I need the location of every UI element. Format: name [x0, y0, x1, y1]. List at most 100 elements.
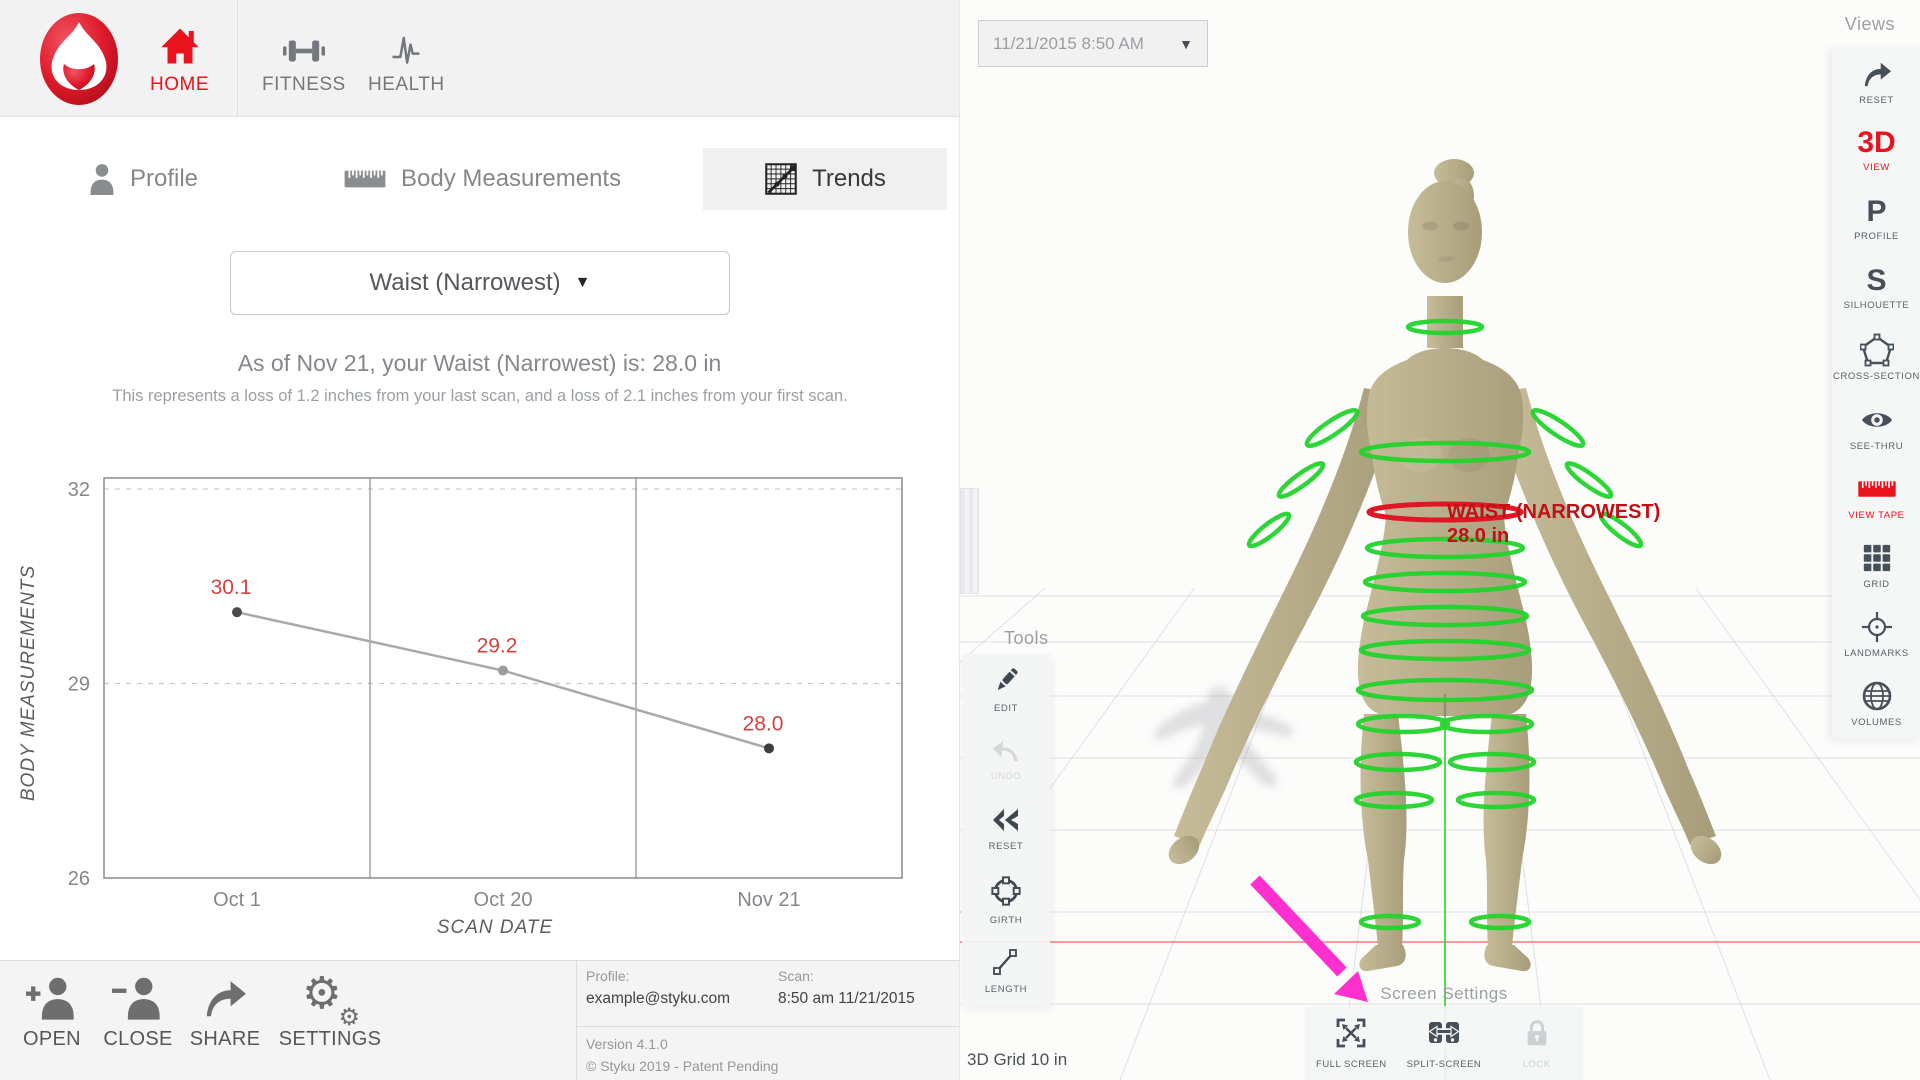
eye-icon: [1859, 402, 1895, 438]
svg-text:30.1: 30.1: [211, 576, 252, 599]
measurement-select-value: Waist (Narrowest): [369, 269, 561, 296]
views-item-grid[interactable]: GRID: [1832, 530, 1920, 599]
waist-annotation-value: 28.0 in: [1447, 525, 1509, 547]
views-item-volumes[interactable]: VOLUMES: [1832, 669, 1920, 738]
grid-wall-strip: [960, 488, 979, 594]
scan-value: 8:50 am 11/21/2015: [778, 990, 915, 1007]
summary-heading: As of Nov 21, your Waist (Narrowest) is:…: [237, 350, 722, 376]
close-button-label: CLOSE: [103, 1028, 173, 1050]
measurement-select-dropdown[interactable]: Waist (Narrowest) ▼: [230, 251, 730, 315]
3d-glyph-icon: 3D: [1857, 125, 1896, 159]
styku-app-window: HOME FITNESS HEALTH Profile Body Measure…: [0, 0, 1920, 1080]
share-button[interactable]: SHARE: [187, 970, 263, 1051]
settings-button-label: SETTINGS: [278, 1028, 382, 1050]
nav-item-home[interactable]: HOME: [150, 14, 209, 96]
tools-item-undo[interactable]: UNDO: [962, 724, 1050, 794]
open-button[interactable]: OPEN: [14, 970, 90, 1051]
views-item-profile[interactable]: P PROFILE: [1832, 184, 1920, 253]
crosshair-icon: [1860, 609, 1894, 645]
scan-label: Scan:: [778, 968, 814, 984]
views-item-landmarks[interactable]: LANDMARKS: [1832, 600, 1920, 669]
copyright-text: © Styku 2019 - Patent Pending: [586, 1058, 779, 1074]
nav-label-fitness: FITNESS: [262, 74, 346, 95]
lock-button[interactable]: LOCK: [1491, 1016, 1583, 1070]
nav-item-fitness[interactable]: FITNESS: [262, 14, 346, 96]
scan-date-value: 11/21/2015 8:50 AM: [993, 33, 1144, 53]
svg-text:Nov 21: Nov 21: [737, 889, 800, 911]
views-item-3d-view[interactable]: 3D VIEW: [1832, 115, 1920, 184]
svg-text:32: 32: [68, 479, 90, 501]
nav-divider: [237, 0, 238, 116]
trend-chart-plot: 32 29 26 30.1 29.2 28.0 Oct 1 Oct 20 Nov 21: [68, 477, 903, 911]
open-button-label: OPEN: [23, 1028, 81, 1050]
nav-item-health[interactable]: HEALTH: [368, 14, 445, 96]
summary-detail: This represents a loss of 1.2 inches fro…: [112, 387, 848, 405]
svg-text:Oct 20: Oct 20: [474, 889, 533, 911]
scan-date-dropdown[interactable]: 11/21/2015 8:50 AM ▼: [978, 20, 1208, 67]
tab-body-measurements[interactable]: Body Measurements: [343, 148, 621, 210]
nav-label-home: HOME: [150, 74, 209, 95]
views-item-see-thru[interactable]: SEE-THRU: [1832, 392, 1920, 461]
x-axis-title: SCAN DATE: [437, 917, 553, 938]
full-screen-button[interactable]: FULL SCREEN: [1305, 1016, 1397, 1070]
views-item-silhouette[interactable]: S SILHOUETTE: [1832, 254, 1920, 323]
svg-text:26: 26: [68, 868, 90, 890]
open-profile-icon: [26, 970, 78, 1026]
undo-arrow-icon: [991, 737, 1021, 768]
profile-value: example@styku.com: [586, 990, 731, 1007]
tools-item-girth[interactable]: GIRTH: [962, 865, 1050, 935]
toolbar-divider: [576, 961, 577, 1080]
viewer-panel[interactable]: WAIST (NARROWEST) 28.0 in 11/21/2015 8:5…: [959, 0, 1920, 1080]
tab-label-profile: Profile: [130, 165, 199, 192]
reset-view-icon: [1860, 56, 1894, 92]
views-panel: RESET 3D VIEW P PROFILE S SILHOUETTE CRO…: [1832, 46, 1920, 738]
person-icon: [88, 163, 116, 195]
views-item-view-tape[interactable]: VIEW TAPE: [1832, 461, 1920, 530]
settings-button[interactable]: ⚙ ⚙ SETTINGS: [278, 969, 382, 1051]
tab-label-trends: Trends: [812, 165, 886, 192]
svg-text:29: 29: [68, 674, 90, 696]
tab-profile[interactable]: Profile: [88, 148, 198, 210]
version-text: Version 4.1.0: [586, 1036, 668, 1052]
gear-icon: ⚙ ⚙: [302, 969, 360, 1031]
top-nav: HOME FITNESS HEALTH: [0, 0, 959, 117]
screen-settings-panel: FULL SCREEN SPLIT-SCREEN LOCK: [1305, 1006, 1583, 1080]
chevron-down-icon: ▼: [1179, 35, 1193, 52]
cross-section-pentagon-icon: [1859, 332, 1894, 368]
views-item-reset[interactable]: RESET: [1832, 46, 1920, 115]
lock-icon: [1521, 1016, 1553, 1055]
svg-text:29.2: 29.2: [477, 635, 518, 658]
girth-circle-icon: [990, 875, 1022, 912]
tab-trends[interactable]: Trends: [703, 148, 947, 210]
tools-panel: EDIT UNDO RESET GIRTH LENGTH: [962, 654, 1050, 1006]
grid-icon: [1861, 540, 1893, 576]
views-item-cross-section[interactable]: CROSS-SECTION: [1832, 323, 1920, 392]
globe-icon: [1860, 678, 1894, 714]
silhouette-glyph-icon: S: [1866, 264, 1887, 298]
tools-item-edit[interactable]: EDIT: [962, 654, 1050, 724]
tools-item-reset[interactable]: RESET: [962, 795, 1050, 865]
split-screen-button[interactable]: SPLIT-SCREEN: [1398, 1016, 1490, 1070]
waist-annotation-name: WAIST (NARROWEST): [1447, 501, 1660, 523]
3d-scene: WAIST (NARROWEST) 28.0 in: [960, 159, 1920, 1080]
tools-item-length[interactable]: LENGTH: [962, 936, 1050, 1006]
tab-label-body-measurements: Body Measurements: [401, 165, 622, 192]
screen-settings-title: Screen Settings: [1380, 984, 1508, 1003]
pen-icon: [991, 665, 1021, 700]
tools-panel-title: Tools: [1004, 628, 1049, 648]
trend-chart: SCAN DATE BODY MEASUREMENTS 32 29 26 30.1 29…: [18, 477, 903, 938]
home-icon: [160, 14, 200, 66]
chevron-down-icon: ▼: [574, 274, 591, 291]
pulse-icon: [386, 14, 426, 66]
y-axis-title: BODY MEASUREMENTS: [18, 565, 39, 801]
length-line-icon: [991, 946, 1021, 981]
share-arrow-icon: [201, 970, 249, 1026]
close-button[interactable]: CLOSE: [100, 970, 176, 1051]
split-screen-icon: [1426, 1016, 1462, 1055]
full-screen-icon: [1334, 1016, 1368, 1055]
measuring-tape-icon: [1857, 471, 1897, 507]
nav-label-health: HEALTH: [368, 74, 445, 95]
share-button-label: SHARE: [189, 1028, 261, 1050]
trend-chart-icon: [764, 162, 798, 196]
close-profile-icon: [112, 970, 164, 1026]
